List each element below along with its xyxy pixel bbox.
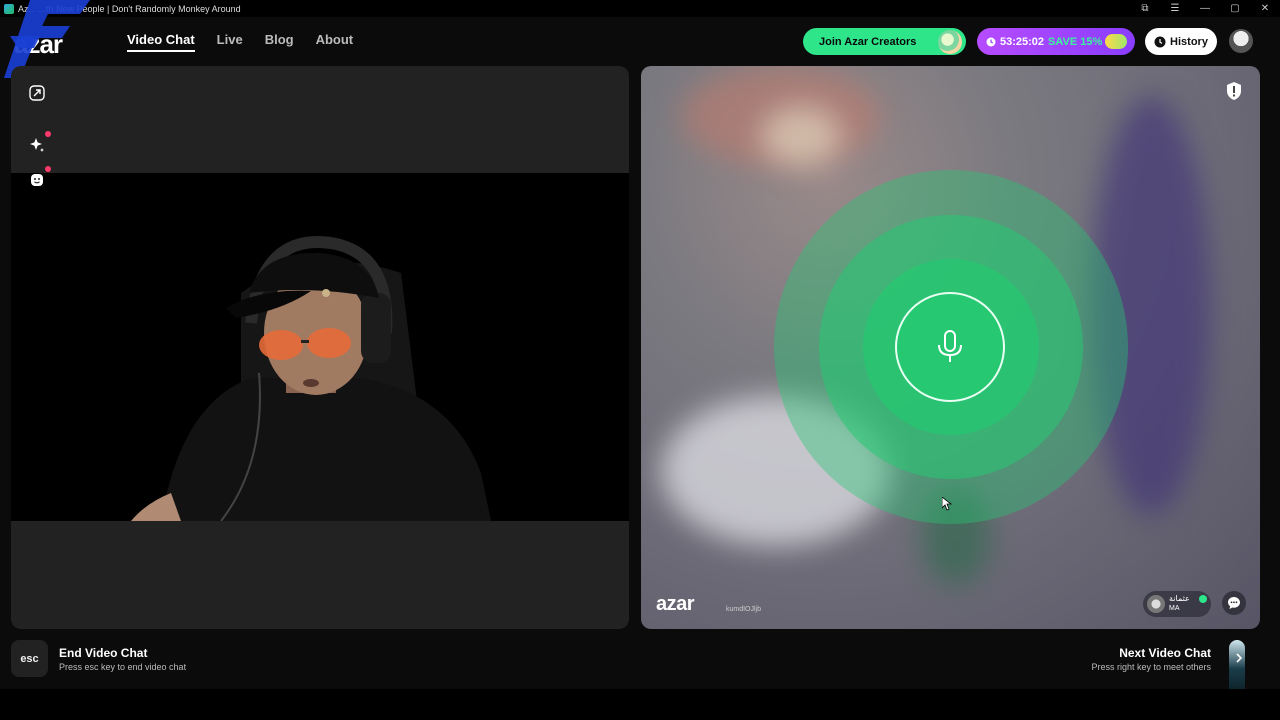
end-chat-title[interactable]: End Video Chat — [59, 646, 147, 660]
verified-icon — [1199, 595, 1207, 603]
join-creators-label: Join Azar Creators — [819, 35, 917, 48]
top-header: azar Video Chat Live Blog About Join Aza… — [0, 17, 1280, 65]
partner-user-id: kumdIOJljb — [726, 606, 762, 613]
maximize-button[interactable]: ▢ — [1220, 0, 1250, 17]
coins-icon — [1105, 34, 1127, 49]
footer-controls: esc End Video Chat Press esc key to end … — [0, 635, 1280, 712]
promo-save-label: SAVE 15% — [1048, 35, 1103, 48]
history-icon — [1154, 36, 1166, 47]
chevron-right-icon — [1236, 653, 1243, 663]
end-chat-key-button[interactable]: esc — [11, 640, 48, 677]
azar-logo[interactable]: azar — [14, 29, 63, 60]
self-camera-feed — [11, 173, 629, 521]
profile-avatar[interactable] — [1229, 29, 1253, 53]
report-shield-icon[interactable] — [1226, 82, 1242, 100]
end-chat-hint: Press esc key to end video chat — [59, 662, 187, 672]
effects-notification-dot — [45, 131, 51, 137]
partner-country: MA — [1169, 605, 1180, 612]
clock-icon — [986, 37, 996, 46]
nav-video-chat[interactable]: Video Chat — [127, 32, 195, 52]
sticker-notification-dot — [45, 166, 51, 172]
sticker-tool[interactable] — [25, 166, 51, 192]
face-icon — [31, 174, 43, 186]
partner-video-panel: azar kumdIOJljb عثمانة MA — [641, 66, 1260, 629]
self-camera-image — [11, 173, 629, 521]
expand-icon — [29, 85, 45, 101]
promo-timer-button[interactable]: 53:25:02 SAVE 15% — [977, 28, 1135, 55]
blurred-flower — [761, 106, 841, 166]
partner-profile-chip[interactable]: عثمانة MA — [1143, 591, 1211, 617]
self-video-panel — [11, 66, 629, 629]
creators-badge-icon — [938, 30, 962, 54]
partner-avatar — [1147, 595, 1165, 613]
main-nav: Video Chat Live Blog About — [127, 32, 353, 52]
microphone-icon — [938, 330, 962, 362]
nav-blog[interactable]: Blog — [265, 32, 294, 52]
history-button[interactable]: History — [1145, 28, 1217, 55]
chat-bubble-icon — [1228, 597, 1240, 609]
promo-timer: 53:25:02 — [1000, 35, 1045, 48]
sparkle-icon — [30, 138, 44, 152]
close-button[interactable]: ✕ — [1250, 0, 1280, 17]
window-controls: ⧉ ☰ — ▢ ✕ — [1130, 0, 1280, 17]
nav-live[interactable]: Live — [217, 32, 243, 52]
next-chat-hint: Press right key to meet others — [1091, 662, 1211, 672]
window-titlebar: Az... ...th New People | Don't Randomly … — [0, 0, 1280, 17]
cast-icon[interactable]: ⧉ — [1130, 0, 1160, 17]
next-chat-title[interactable]: Next Video Chat — [1119, 646, 1211, 660]
menu-icon[interactable]: ☰ — [1160, 0, 1190, 17]
window-title: Az... ...th New People | Don't Randomly … — [18, 3, 241, 14]
taskbar-strip — [0, 689, 1280, 720]
chat-button[interactable] — [1222, 591, 1246, 615]
join-creators-button[interactable]: Join Azar Creators — [803, 28, 966, 55]
azar-video-watermark: azar — [656, 593, 695, 615]
expand-tool[interactable] — [25, 81, 49, 105]
mouse-cursor-icon — [942, 497, 952, 511]
nav-about[interactable]: About — [316, 32, 354, 52]
app-icon — [4, 3, 14, 14]
partner-name: عثمانة — [1169, 594, 1190, 603]
microphone-indicator — [895, 292, 1005, 402]
history-label: History — [1170, 35, 1208, 48]
minimize-button[interactable]: — — [1190, 0, 1220, 17]
effects-tool[interactable] — [25, 131, 51, 157]
